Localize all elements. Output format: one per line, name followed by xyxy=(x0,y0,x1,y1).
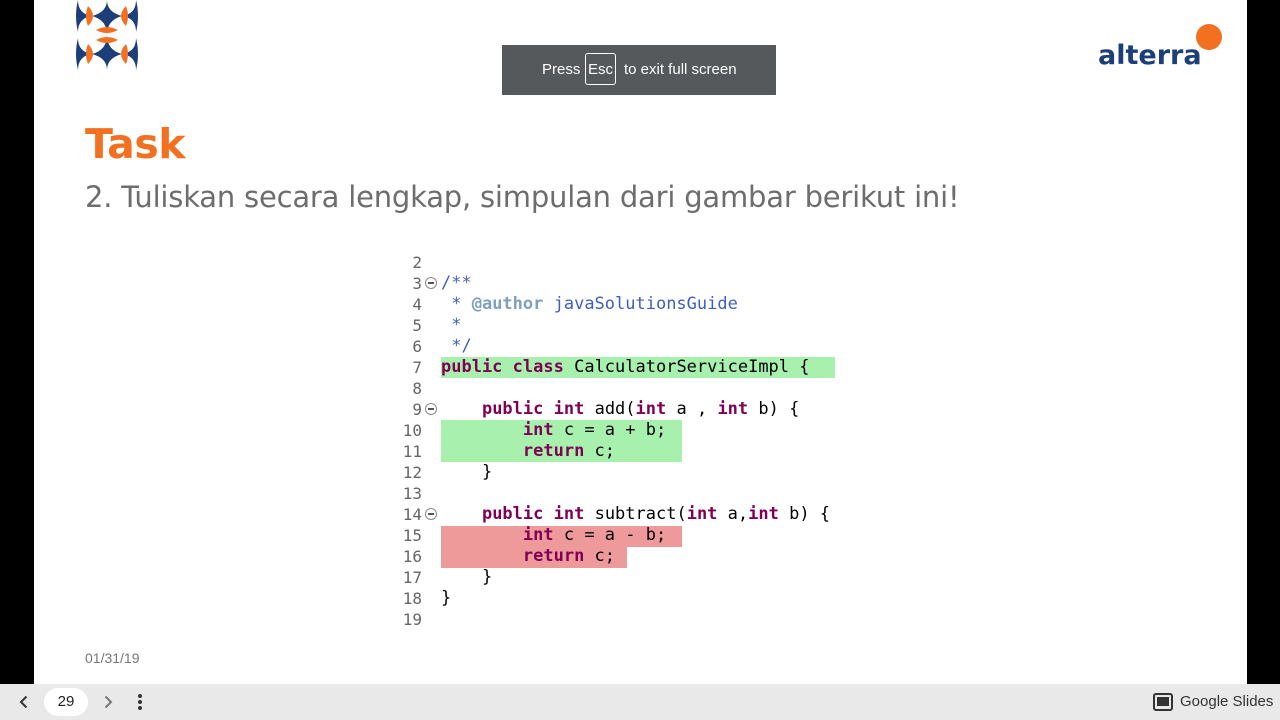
line-number: 9 xyxy=(412,400,422,419)
fullscreen-exit-toast: Press Esc to exit full screen xyxy=(502,45,776,95)
code-text: subtract( xyxy=(584,504,687,524)
code-text: javaSolutionsGuide xyxy=(543,294,738,314)
fold-toggle-icon xyxy=(425,277,437,289)
slide-date: 01/31/19 xyxy=(85,650,140,666)
slides-icon xyxy=(1153,693,1173,711)
code-line: 8 xyxy=(400,378,860,399)
code-line: 10 int c = a + b; xyxy=(400,420,860,441)
code-keyword: return xyxy=(522,441,585,461)
line-number: 12 xyxy=(402,463,422,482)
line-number: 7 xyxy=(412,358,422,377)
fold-toggle-icon xyxy=(425,508,437,520)
line-number: 5 xyxy=(412,316,422,335)
line-number: 15 xyxy=(402,526,422,545)
code-keyword: int xyxy=(522,420,554,440)
code-text: b) { xyxy=(778,504,831,524)
line-number: 11 xyxy=(402,442,422,461)
page-number-input[interactable]: 29 xyxy=(44,688,88,716)
company-logo-mark xyxy=(74,0,140,70)
line-number: 19 xyxy=(402,610,422,629)
code-line: 9 public int add(int a , int b) { xyxy=(400,399,860,420)
code-keyword: public xyxy=(481,399,544,419)
code-text: CalculatorServiceImpl { xyxy=(563,357,810,377)
fold-toggle-icon xyxy=(425,403,437,415)
line-number: 16 xyxy=(402,547,422,566)
code-text: @author xyxy=(471,294,544,314)
line-number: 6 xyxy=(412,337,422,356)
next-slide-button[interactable] xyxy=(98,692,118,712)
toast-text-after: to exit full screen xyxy=(624,61,737,78)
code-text: b) { xyxy=(748,399,800,419)
code-keyword: int xyxy=(553,504,585,524)
line-number: 3 xyxy=(412,274,422,293)
code-keyword: int xyxy=(717,399,749,419)
code-line: 16 return c; xyxy=(400,546,860,567)
more-vert-icon xyxy=(138,694,142,710)
code-text: } xyxy=(481,567,493,587)
presentation-controls-bar: 29 Google Slides xyxy=(0,684,1280,720)
code-text: */ xyxy=(441,336,472,356)
line-number: 14 xyxy=(402,505,422,524)
alterra-logo-dot xyxy=(1196,24,1222,50)
code-text: /** xyxy=(441,273,472,293)
line-number: 4 xyxy=(412,295,422,314)
code-line: 5 * xyxy=(400,315,860,336)
code-text: add( xyxy=(584,399,636,419)
slide-subtitle: 2. Tuliskan secara lengkap, simpulan dar… xyxy=(85,180,960,214)
code-keyword: int xyxy=(686,504,718,524)
code-line: 18} xyxy=(400,588,860,609)
code-keyword: public xyxy=(441,357,503,377)
code-line: 4 * @author javaSolutionsGuide xyxy=(400,294,860,315)
code-text: a, xyxy=(717,504,749,524)
alterra-logo-text: alterra xyxy=(1098,40,1202,71)
alterra-logo: alterra xyxy=(1098,24,1224,72)
slide-title: Task xyxy=(85,120,186,168)
chevron-right-icon xyxy=(104,695,113,709)
line-number: 18 xyxy=(402,589,422,608)
code-line: 13 xyxy=(400,483,860,504)
more-options-button[interactable] xyxy=(130,692,150,712)
code-text: c = a + b; xyxy=(553,420,667,440)
code-line: 7 public class CalculatorServiceImpl { xyxy=(400,357,860,378)
code-text: c = a - b; xyxy=(553,525,667,545)
code-text: * xyxy=(441,315,462,335)
line-number: 2 xyxy=(412,253,422,272)
code-line: 12 } xyxy=(400,462,860,483)
code-keyword: public xyxy=(481,504,544,524)
code-text: c; xyxy=(584,441,616,461)
code-keyword: int xyxy=(748,504,779,524)
code-line: 15 int c = a - b; xyxy=(400,525,860,546)
previous-slide-button[interactable] xyxy=(14,692,34,712)
chevron-left-icon xyxy=(19,695,28,709)
code-text: c; xyxy=(584,546,616,566)
esc-key-label: Esc xyxy=(585,53,616,85)
code-line: 3 /** xyxy=(400,273,860,294)
line-number: 10 xyxy=(402,421,422,440)
line-number: 8 xyxy=(412,379,422,398)
code-keyword: return xyxy=(522,546,585,566)
code-line: 2 xyxy=(400,252,860,273)
code-line: 17 } xyxy=(400,567,860,588)
toast-text-before: Press xyxy=(542,61,581,78)
code-snippet-image: 2 3 /** 4 * @author javaSolutionsGuide 5 … xyxy=(400,252,860,636)
code-line: 11 return c; xyxy=(400,441,860,462)
code-text: } xyxy=(481,462,493,482)
line-number: 13 xyxy=(402,484,422,503)
line-number: 17 xyxy=(402,568,422,587)
code-keyword: int xyxy=(553,399,585,419)
code-line: 14 public int subtract(int a,int b) { xyxy=(400,504,860,525)
code-line: 6 */ xyxy=(400,336,860,357)
code-line: 19 xyxy=(400,609,860,630)
code-text: } xyxy=(441,588,452,608)
google-slides-label: Google Slides xyxy=(1180,693,1274,710)
code-keyword: int xyxy=(635,399,667,419)
code-keyword: class xyxy=(512,357,564,377)
slide: alterra Task 2. Tuliskan secara lengkap,… xyxy=(34,0,1247,684)
code-keyword: int xyxy=(522,525,554,545)
code-text: a , xyxy=(666,399,718,419)
code-text: * xyxy=(441,294,472,314)
